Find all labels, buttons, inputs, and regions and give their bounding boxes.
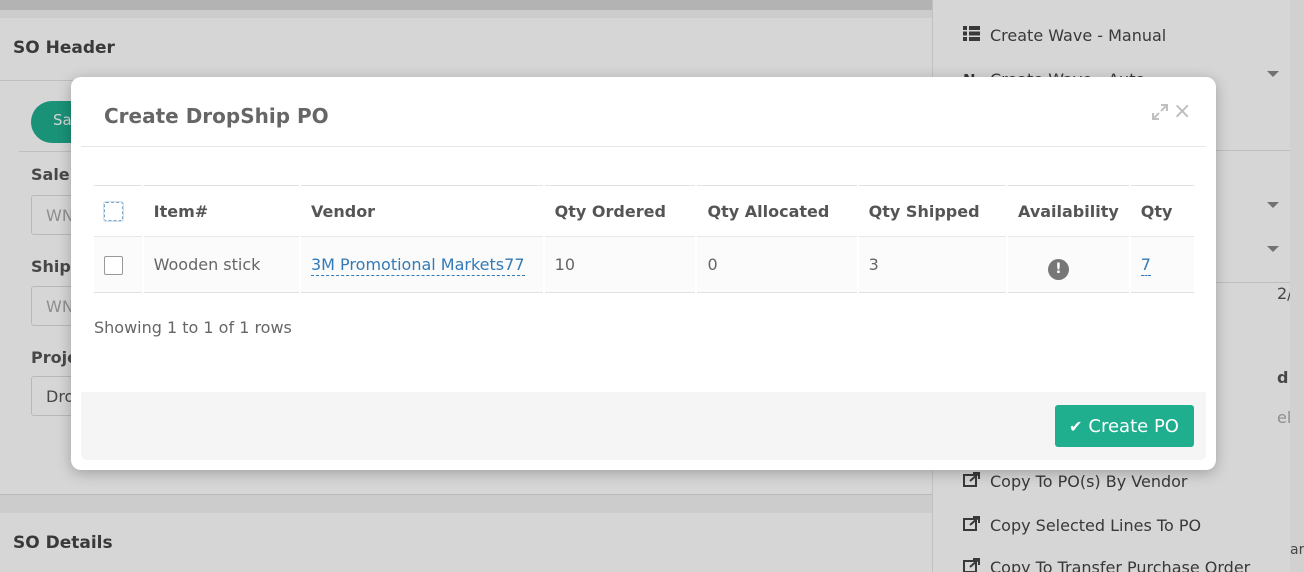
exclamation-circle-icon[interactable]: !	[1048, 259, 1069, 280]
column-header-availability[interactable]: Availability	[1006, 185, 1130, 237]
modal-footer: ✔ Create PO	[81, 392, 1206, 460]
qty-allocated-cell: 0	[695, 236, 858, 293]
qty-editable-link[interactable]: 7	[1140, 255, 1151, 276]
table-row[interactable]: Wooden stick 3M Promotional Markets77 10…	[94, 236, 1194, 293]
create-dropship-po-modal: Create DropShip PO × Item# Vendor Qty Or…	[71, 77, 1216, 470]
column-header-item[interactable]: Item#	[141, 185, 300, 237]
select-all-checkbox[interactable]	[103, 201, 124, 222]
create-po-button[interactable]: ✔ Create PO	[1055, 405, 1194, 447]
column-header-qty-shipped[interactable]: Qty Shipped	[856, 185, 1007, 237]
row-checkbox[interactable]	[104, 255, 123, 275]
item-cell: Wooden stick	[141, 236, 300, 293]
create-po-label: Create PO	[1088, 415, 1179, 437]
check-icon: ✔	[1069, 416, 1083, 436]
column-header-qty-ordered[interactable]: Qty Ordered	[542, 185, 697, 237]
column-header-qty-allocated[interactable]: Qty Allocated	[695, 185, 858, 237]
divider	[81, 146, 1206, 147]
row-select-cell	[94, 236, 143, 293]
close-icon[interactable]: ×	[1173, 101, 1191, 123]
qty-shipped-cell: 3	[856, 236, 1007, 293]
expand-icon[interactable]	[1151, 103, 1169, 121]
column-header-vendor[interactable]: Vendor	[298, 185, 544, 237]
table-header-row: Item# Vendor Qty Ordered Qty Allocated Q…	[94, 185, 1194, 237]
qty-cell: 7	[1128, 236, 1194, 293]
vendor-cell: 3M Promotional Markets77	[298, 236, 544, 293]
modal-title: Create DropShip PO	[104, 104, 329, 128]
availability-cell: !	[1006, 236, 1130, 293]
column-header-qty[interactable]: Qty	[1128, 185, 1194, 237]
qty-ordered-cell: 10	[542, 236, 697, 293]
vendor-link[interactable]: 3M Promotional Markets77	[310, 255, 525, 276]
pagination-info: Showing 1 to 1 of 1 rows	[94, 318, 292, 337]
dropship-table: Item# Vendor Qty Ordered Qty Allocated Q…	[94, 185, 1194, 293]
select-all-cell	[94, 185, 143, 237]
